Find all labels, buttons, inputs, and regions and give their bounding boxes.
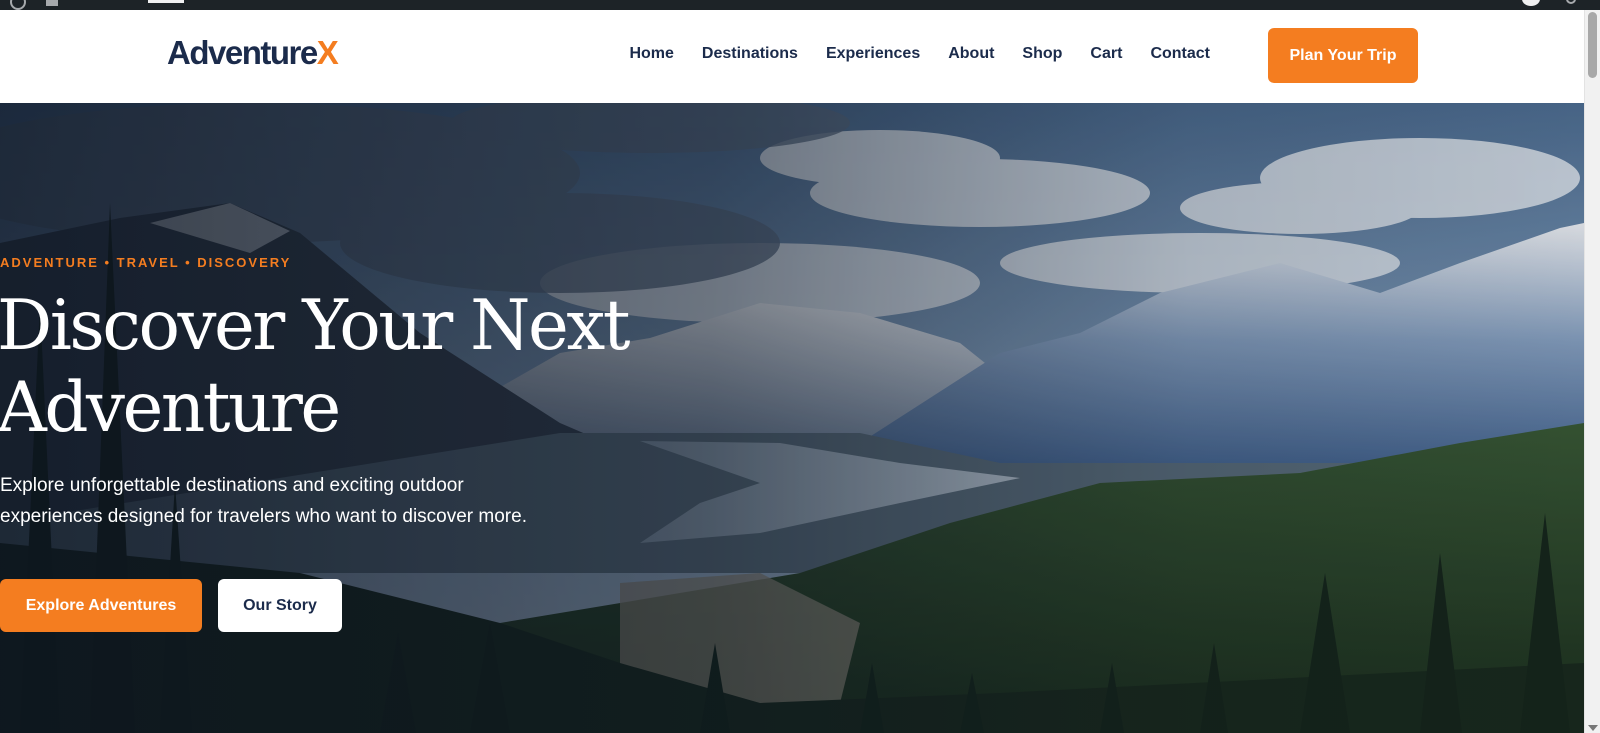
nav-cart[interactable]: Cart [1090, 45, 1122, 63]
nav-contact[interactable]: Contact [1150, 45, 1210, 63]
nav-about[interactable]: About [948, 45, 994, 63]
nav-destinations[interactable]: Destinations [702, 45, 798, 63]
main-nav: Home Destinations Experiences About Shop… [629, 45, 1210, 63]
our-story-button[interactable]: Our Story [218, 579, 342, 632]
user-avatar-icon[interactable] [1522, 0, 1540, 6]
site-logo[interactable]: AdventureX [167, 34, 339, 71]
hero-content: ADVENTURE • TRAVEL • DISCOVERY Discover … [0, 103, 800, 733]
hero-eyebrow: ADVENTURE • TRAVEL • DISCOVERY [0, 255, 292, 270]
hero-headline: Discover Your Next Adventure [0, 286, 631, 448]
dashboard-icon[interactable] [46, 0, 58, 6]
site-header: AdventureX Home Destinations Experiences… [0, 10, 1584, 103]
nav-home[interactable]: Home [629, 45, 673, 63]
search-icon[interactable] [1566, 0, 1576, 4]
nav-experiences[interactable]: Experiences [826, 45, 920, 63]
scroll-down-arrow-icon[interactable] [1588, 725, 1598, 731]
admin-bar [0, 0, 1600, 10]
page-scrollbar[interactable] [1584, 10, 1600, 733]
hero-subtext: Explore unforgettable destinations and e… [0, 475, 527, 527]
hero-section: ADVENTURE • TRAVEL • DISCOVERY Discover … [0, 103, 1584, 733]
logo-accent-letter: X [316, 34, 339, 71]
plan-your-trip-button[interactable]: Plan Your Trip [1268, 28, 1418, 83]
wordpress-icon[interactable] [10, 0, 26, 10]
nav-shop[interactable]: Shop [1022, 45, 1062, 63]
logo-text: Adventure [167, 34, 318, 71]
explore-adventures-button[interactable]: Explore Adventures [0, 579, 202, 632]
admin-bar-item[interactable] [148, 0, 184, 3]
scrollbar-thumb[interactable] [1588, 12, 1597, 78]
